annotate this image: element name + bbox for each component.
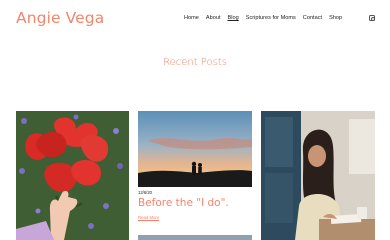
section-title: Recent Posts xyxy=(163,57,227,68)
post-category: 12/6/20 xyxy=(138,190,152,195)
nav-item-contact[interactable]: Contact xyxy=(303,15,322,21)
post-image-sunset[interactable] xyxy=(138,111,252,187)
post-title[interactable]: Before the "I do". xyxy=(138,197,229,209)
instagram-icon[interactable] xyxy=(369,15,376,22)
main-nav: Home About Blog Scriptures for Moms Cont… xyxy=(184,15,349,21)
nav-item-scriptures[interactable]: Scriptures for Moms xyxy=(246,15,296,21)
nav-item-shop[interactable]: Shop xyxy=(329,15,342,21)
post-image-writing[interactable] xyxy=(261,111,375,240)
post-image-tulips[interactable] xyxy=(16,111,129,240)
post-image-next[interactable] xyxy=(138,235,252,240)
site-logo[interactable]: Angie Vega xyxy=(16,9,104,27)
nav-item-about[interactable]: About xyxy=(206,15,221,21)
nav-item-blog[interactable]: Blog xyxy=(228,15,239,21)
nav-item-home[interactable]: Home xyxy=(184,15,199,21)
read-more-link[interactable]: Read More xyxy=(138,215,159,220)
site-header: Angie Vega Home About Blog Scriptures fo… xyxy=(0,0,390,36)
